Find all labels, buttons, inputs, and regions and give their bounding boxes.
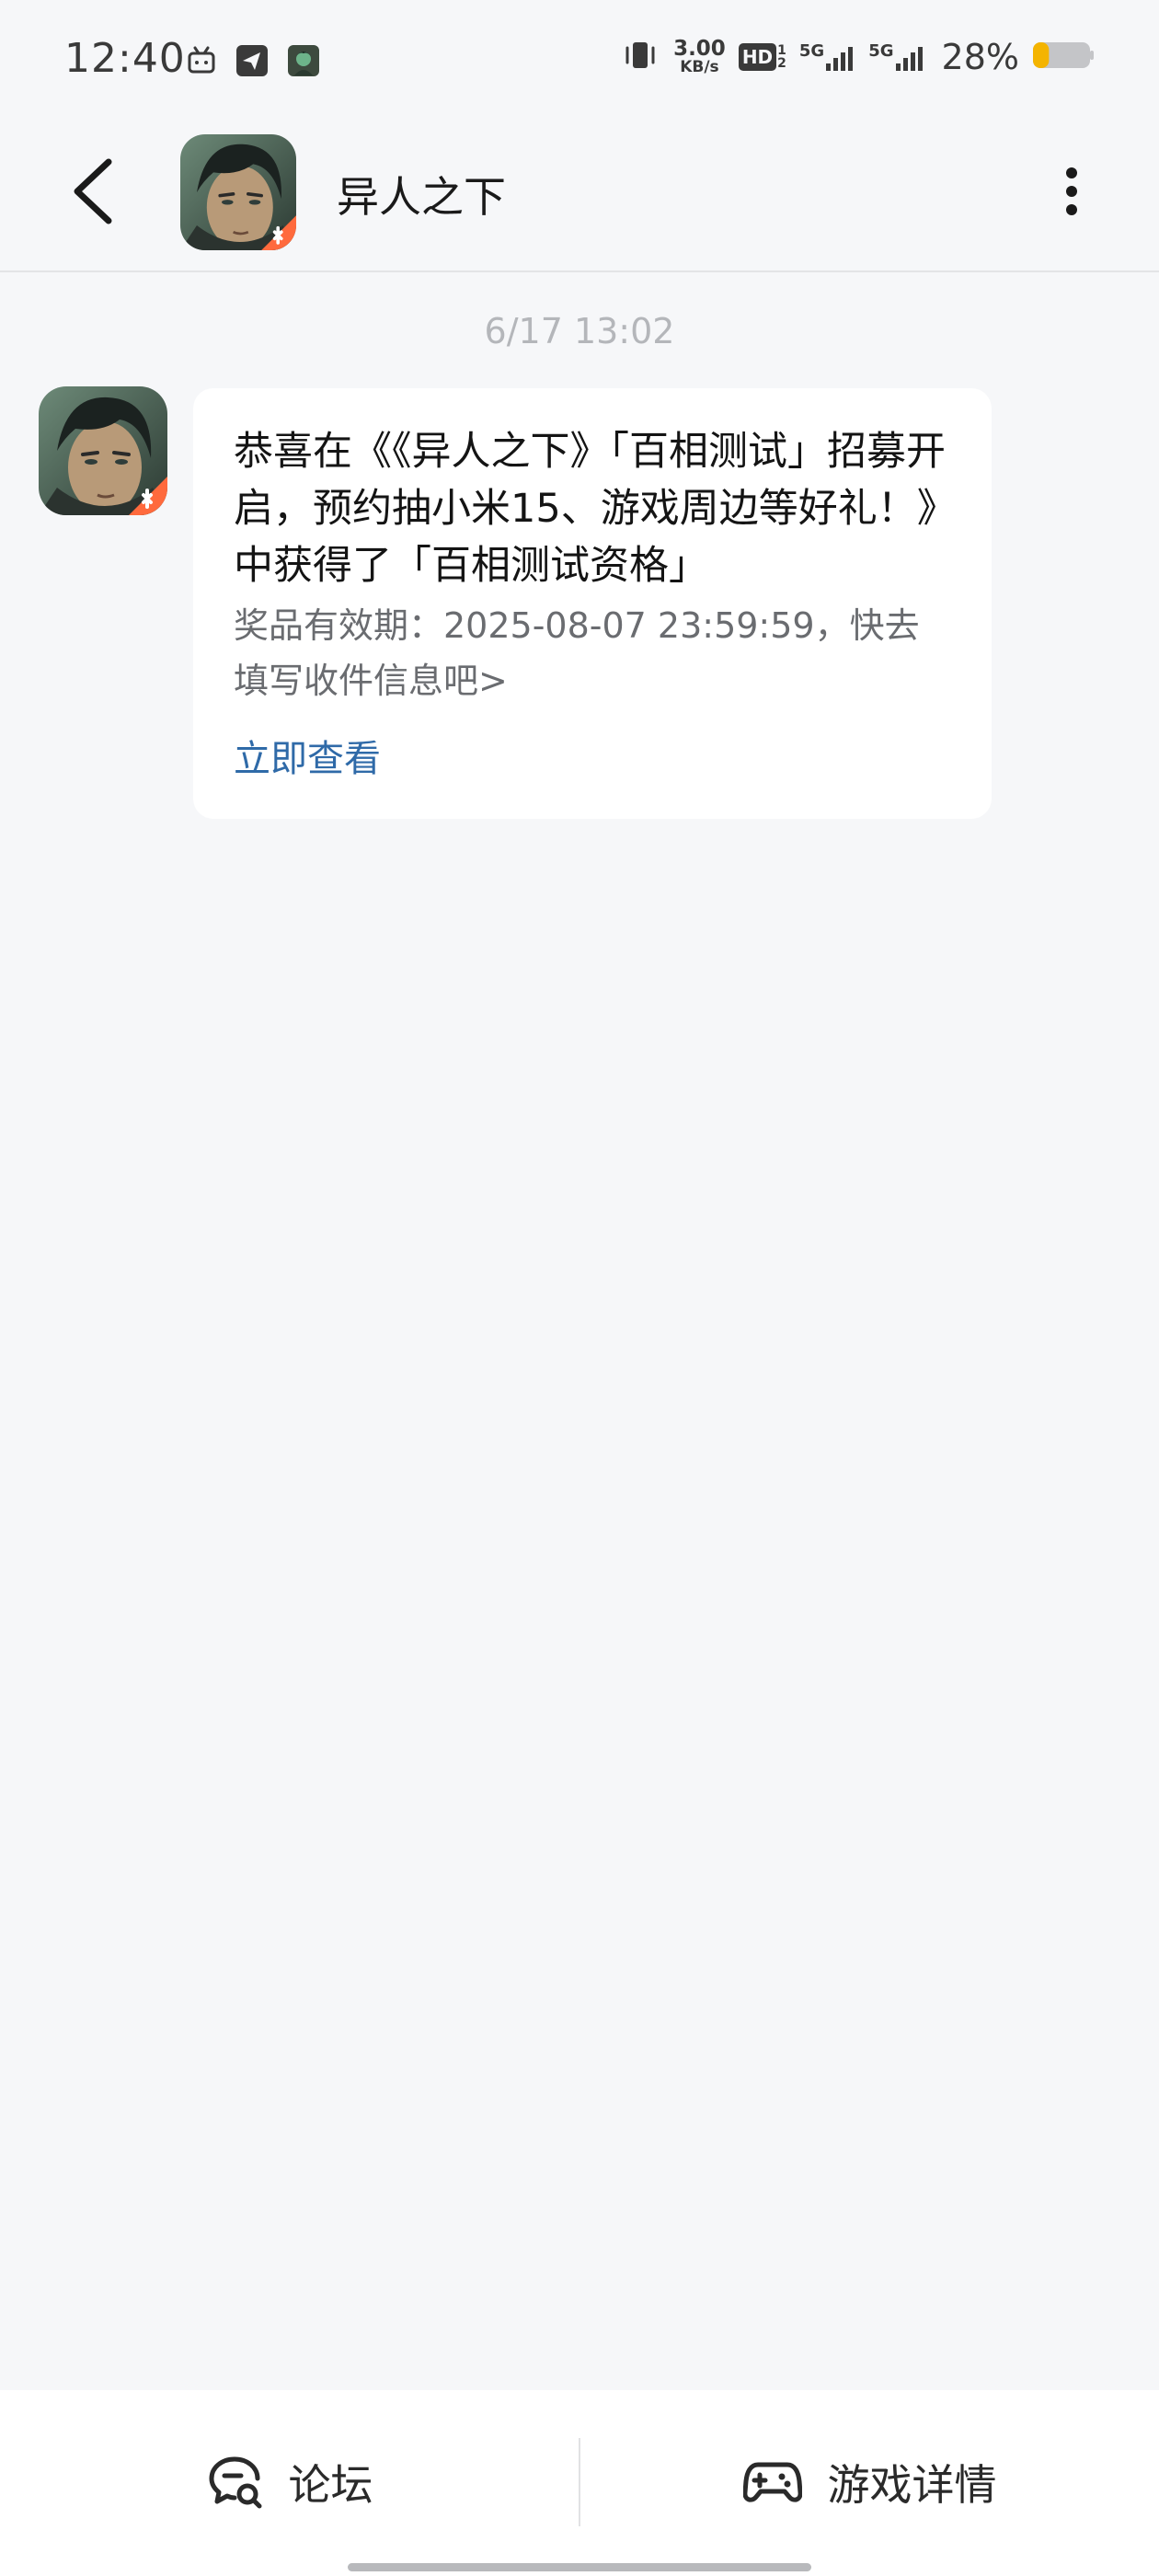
hd-label: HD [738, 43, 777, 71]
message-description[interactable]: 奖品有效期：2025-08-07 23:59:59，快去填写收件信息吧> [234, 598, 953, 708]
battery-percent: 28% [941, 37, 1019, 77]
bottom-bar: 论坛 游戏详情 [0, 2390, 1159, 2576]
tv-app-icon [186, 45, 217, 80]
status-time: 12:40 [64, 35, 186, 82]
sim2-label: 5G [868, 41, 894, 61]
message-timestamp: 6/17 13:02 [484, 311, 675, 351]
forum-label: 论坛 [288, 2460, 373, 2510]
status-bar: 12:40 3.00 KB/s HD 1 2 5G 5G 28% [0, 0, 1159, 123]
view-now-link[interactable]: 立即查看 [234, 729, 381, 782]
hd-badge: HD 12 [738, 43, 786, 71]
gamepad-icon [742, 2462, 802, 2502]
character-portrait-icon [39, 386, 167, 515]
back-button[interactable] [57, 155, 131, 228]
game-details-button[interactable]: 游戏详情 [580, 2390, 1159, 2574]
notification-icons [186, 44, 320, 81]
status-right-icons: 3.00 KB/s HD 12 5G 5G 28% [620, 37, 1095, 77]
forum-chat-icon [209, 2456, 261, 2509]
back-arrow-icon [74, 158, 112, 224]
home-indicator[interactable] [348, 2563, 811, 2571]
more-vertical-icon [1066, 167, 1077, 215]
send-app-icon [235, 44, 269, 81]
more-button[interactable] [1049, 164, 1095, 219]
chat-header: 异人之下 [0, 123, 1159, 272]
game-avatar[interactable] [180, 134, 296, 250]
forum-button[interactable]: 论坛 [0, 2390, 579, 2574]
signal-sim1-icon: 5G [799, 41, 855, 73]
chat-title: 异人之下 [337, 172, 506, 222]
signal-sim2-icon: 5G [868, 41, 924, 73]
game-details-label: 游戏详情 [827, 2460, 997, 2510]
vibrate-icon [620, 39, 660, 75]
sim1-label: 5G [798, 41, 825, 61]
character-portrait-icon [180, 134, 296, 250]
network-speed-unit: KB/s [680, 58, 719, 76]
network-speed: 3.00 KB/s [673, 39, 726, 75]
message-bubble[interactable]: 恭喜在《《异人之下》「百相测试」招募开启，预约抽小米15、游戏周边等好礼！》中获… [193, 388, 992, 819]
game-app-icon [287, 44, 320, 81]
message-title: 恭喜在《《异人之下》「百相测试」招募开启，预约抽小米15、游戏周边等好礼！》中获… [234, 429, 946, 589]
network-speed-value: 3.00 [673, 37, 726, 61]
sender-avatar[interactable] [39, 386, 167, 515]
battery-icon [1032, 40, 1095, 75]
